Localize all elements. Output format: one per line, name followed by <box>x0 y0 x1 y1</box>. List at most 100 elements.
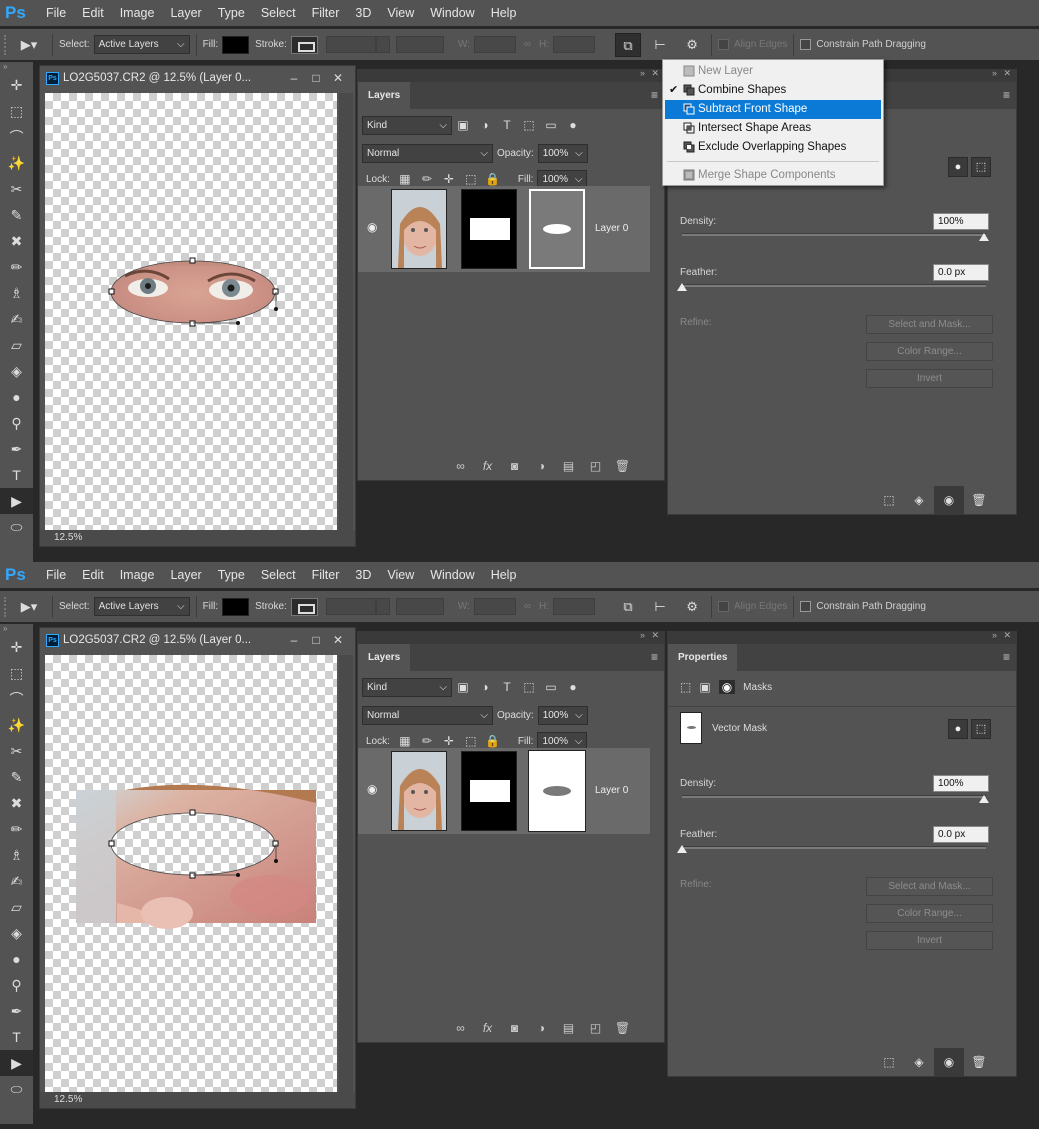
layer-thumbnail[interactable] <box>391 189 447 269</box>
load-selection-icon[interactable]: ⬚ <box>874 1048 904 1076</box>
path-selection-tool-icon[interactable]: ▶ <box>0 1050 33 1076</box>
filter-adjustment-icon[interactable]: ◑ <box>474 118 496 132</box>
healing-brush-tool-icon[interactable]: ✖ <box>0 228 33 254</box>
layer-thumbnail[interactable] <box>391 751 447 831</box>
blur-tool-icon[interactable]: ● <box>0 384 33 410</box>
invert-button[interactable]: Invert <box>866 931 993 950</box>
panel-menu-icon[interactable]: ≡ <box>651 88 658 102</box>
select-and-mask-button[interactable]: Select and Mask... <box>866 877 993 896</box>
close-icon[interactable]: ✕ <box>651 630 659 641</box>
link-icon[interactable]: ∞ <box>524 601 531 612</box>
pen-tool-icon[interactable]: ✒ <box>0 998 33 1024</box>
tab-layers[interactable]: Layers <box>358 82 411 109</box>
layer-name[interactable]: Layer 0 <box>595 223 628 234</box>
healing-brush-tool-icon[interactable]: ✖ <box>0 790 33 816</box>
feather-slider-knob[interactable] <box>677 283 687 291</box>
stroke-width-field[interactable] <box>325 598 376 615</box>
stroke-swatch[interactable] <box>290 597 318 616</box>
image-properties-icon[interactable]: ▣ <box>699 680 710 694</box>
collapse-icon[interactable]: » <box>992 630 997 640</box>
stroke-width-chevron-icon[interactable] <box>375 36 390 53</box>
menu-edit[interactable]: Edit <box>74 562 112 588</box>
path-operations-icon[interactable]: ⧉ <box>615 595 641 619</box>
apply-mask-icon[interactable]: ◈ <box>904 486 934 514</box>
lock-image-icon[interactable]: ✏ <box>416 172 438 186</box>
paint-bucket-tool-icon[interactable]: ◈ <box>0 920 33 946</box>
lock-all-icon[interactable]: 🔒 <box>482 734 504 748</box>
eyedropper-tool-icon[interactable]: ✎ <box>0 764 33 790</box>
height-field[interactable] <box>553 36 596 53</box>
close-icon[interactable]: ✕ <box>1003 630 1011 641</box>
filter-pixel-icon[interactable]: ▣ <box>452 118 474 132</box>
layers-panel-strip[interactable]: ✕» <box>357 68 665 81</box>
stroke-swatch[interactable] <box>290 35 318 54</box>
collapse-icon[interactable]: » <box>992 68 997 78</box>
density-slider[interactable] <box>682 233 986 236</box>
add-mask-icon[interactable]: ◙ <box>501 459 528 473</box>
close-icon[interactable]: ✕ <box>651 68 659 79</box>
path-alignment-icon[interactable]: ⊢ <box>647 33 673 57</box>
minimize-icon[interactable]: – <box>283 633 305 647</box>
fill-swatch[interactable] <box>222 597 250 616</box>
panel-menu-icon[interactable]: ≡ <box>1003 650 1010 664</box>
layer-name[interactable]: Layer 0 <box>595 785 628 796</box>
blur-tool-icon[interactable]: ● <box>0 946 33 972</box>
add-vector-mask-icon[interactable]: ⬚ <box>971 719 991 739</box>
menu-filter[interactable]: Filter <box>304 562 348 588</box>
panel-menu-icon[interactable]: ≡ <box>651 650 658 664</box>
ellipse-tool-icon[interactable]: ⬭ <box>0 514 33 540</box>
path-operations-icon[interactable]: ⧉ <box>615 32 642 57</box>
marquee-tool-icon[interactable]: ⬚ <box>0 660 33 686</box>
history-brush-tool-icon[interactable]: ✍ <box>0 306 33 332</box>
menu-item-exclude-overlapping-shapes[interactable]: Exclude Overlapping Shapes <box>663 138 883 157</box>
menu-filter[interactable]: Filter <box>304 0 348 26</box>
stroke-width-chevron-icon[interactable] <box>375 598 390 615</box>
blend-mode-select[interactable]: Normal ⌵ <box>362 705 493 725</box>
constrain-checkbox[interactable] <box>800 39 812 50</box>
layers-panel-strip[interactable]: ✕» <box>357 630 665 643</box>
menu-select[interactable]: Select <box>253 0 304 26</box>
opacity-field[interactable]: 100% ⌵ <box>537 143 588 163</box>
collapse-icon[interactable]: » <box>640 630 645 640</box>
menu-window[interactable]: Window <box>422 562 482 588</box>
stroke-type-select[interactable] <box>395 36 444 53</box>
trash-icon[interactable]: 🗑 <box>609 459 636 473</box>
filter-toggle-icon[interactable]: ● <box>562 118 584 132</box>
lock-artboard-icon[interactable]: ⬚ <box>460 172 482 186</box>
filter-shape-icon[interactable]: ⬚ <box>518 680 540 694</box>
height-field[interactable] <box>553 598 596 615</box>
trash-icon[interactable]: 🗑 <box>964 486 994 514</box>
link-layers-icon[interactable]: ∞ <box>447 459 474 473</box>
filter-kind-select[interactable]: Kind ⌵ <box>362 115 452 135</box>
move-tool-icon[interactable]: ✛ <box>0 72 33 98</box>
dodge-tool-icon[interactable]: ⚲ <box>0 410 33 436</box>
menu-layer[interactable]: Layer <box>162 562 209 588</box>
document-scrollbar[interactable] <box>339 655 353 1093</box>
eye-icon[interactable]: ◉ <box>934 486 964 514</box>
eye-icon[interactable]: ◉ <box>367 782 377 796</box>
options-grip[interactable] <box>4 596 12 617</box>
menu-file[interactable]: File <box>38 562 74 588</box>
marquee-tool-icon[interactable]: ⬚ <box>0 98 33 124</box>
new-layer-icon[interactable]: ◰ <box>582 1021 609 1035</box>
filter-toggle-icon[interactable]: ● <box>562 680 584 694</box>
new-layer-icon[interactable]: ◰ <box>582 459 609 473</box>
lock-position-icon[interactable]: ✛ <box>438 734 460 748</box>
mask-properties-icon[interactable]: ◉ <box>718 680 736 694</box>
menu-type[interactable]: Type <box>210 0 253 26</box>
eyedropper-tool-icon[interactable]: ✎ <box>0 202 33 228</box>
close-icon[interactable]: ✕ <box>1003 68 1011 79</box>
feather-slider[interactable] <box>682 284 986 287</box>
menu-window[interactable]: Window <box>422 0 482 26</box>
menu-file[interactable]: File <box>38 0 74 26</box>
density-field[interactable]: 100% <box>933 213 989 230</box>
stroke-width-field[interactable] <box>325 36 376 53</box>
transform-properties-icon[interactable]: ⬚ <box>680 680 691 694</box>
add-vector-mask-icon[interactable]: ⬚ <box>971 157 991 177</box>
menu-3d[interactable]: 3D <box>347 562 379 588</box>
trash-icon[interactable]: 🗑 <box>609 1021 636 1035</box>
maximize-icon[interactable]: □ <box>305 71 327 85</box>
tab-properties[interactable]: Properties <box>668 644 738 671</box>
menu-type[interactable]: Type <box>210 562 253 588</box>
maximize-icon[interactable]: □ <box>305 633 327 647</box>
